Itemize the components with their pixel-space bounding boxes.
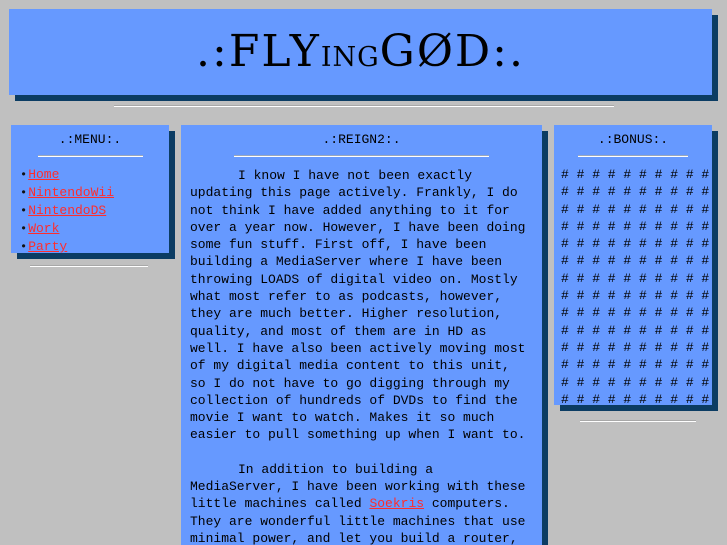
main-content-panel: .:REIGN2:. I know I have not been exactl…: [181, 125, 542, 545]
article-paragraph-2: In addition to building a MediaServer, I…: [190, 461, 533, 545]
site-title-prefix: .:FLY: [196, 26, 321, 77]
site-title: .:FLYINGGØD:.: [196, 30, 525, 74]
site-title-small-caps: ING: [320, 42, 380, 73]
soekris-link[interactable]: Soekris: [369, 496, 424, 511]
list-item: •Work: [20, 220, 169, 238]
list-item: •NintendoWii: [20, 184, 169, 202]
menu-footer-divider: [30, 265, 148, 267]
sidebar-item-nintendods[interactable]: NintendoDS: [28, 203, 106, 218]
list-item: •NintendoDS: [20, 202, 169, 220]
article-body: I know I have not been exactly updating …: [181, 157, 542, 545]
sidebar-item-nintendowii[interactable]: NintendoWii: [28, 185, 114, 200]
bonus-footer-divider: [580, 420, 696, 422]
sidebar-item-home[interactable]: Home: [28, 167, 59, 182]
bullet-icon: •: [20, 240, 28, 254]
list-item: •Home: [20, 166, 169, 184]
site-title-suffix: GØD:.: [379, 26, 525, 77]
list-item: •Party: [20, 238, 169, 256]
bullet-icon: •: [20, 186, 28, 200]
article-paragraph-1: I know I have not been exactly updating …: [190, 168, 534, 443]
bullet-icon: •: [20, 168, 28, 182]
bonus-hash-grid: # # # # # # # # # # # # # # # # # # # # …: [561, 167, 710, 405]
bonus-panel: .:BONUS:. # # # # # # # # # # # # # # # …: [554, 125, 712, 405]
sidebar-item-party[interactable]: Party: [28, 239, 67, 254]
bullet-icon: •: [20, 222, 28, 236]
header-divider: [114, 105, 614, 107]
bullet-icon: •: [20, 204, 28, 218]
main-panel-title: .:REIGN2:.: [322, 132, 401, 147]
sidebar-item-work[interactable]: Work: [28, 221, 59, 236]
page-root: .:FLYINGGØD:. .:MENU:. •Home •NintendoWi…: [0, 0, 727, 545]
menu-list: •Home •NintendoWii •NintendoDS •Work •Pa…: [11, 157, 169, 256]
bonus-panel-title: .:BONUS:.: [597, 132, 669, 147]
menu-panel-title: .:MENU:.: [58, 132, 122, 147]
site-header-panel: .:FLYINGGØD:.: [9, 9, 712, 95]
menu-panel: .:MENU:. •Home •NintendoWii •NintendoDS …: [11, 125, 169, 256]
